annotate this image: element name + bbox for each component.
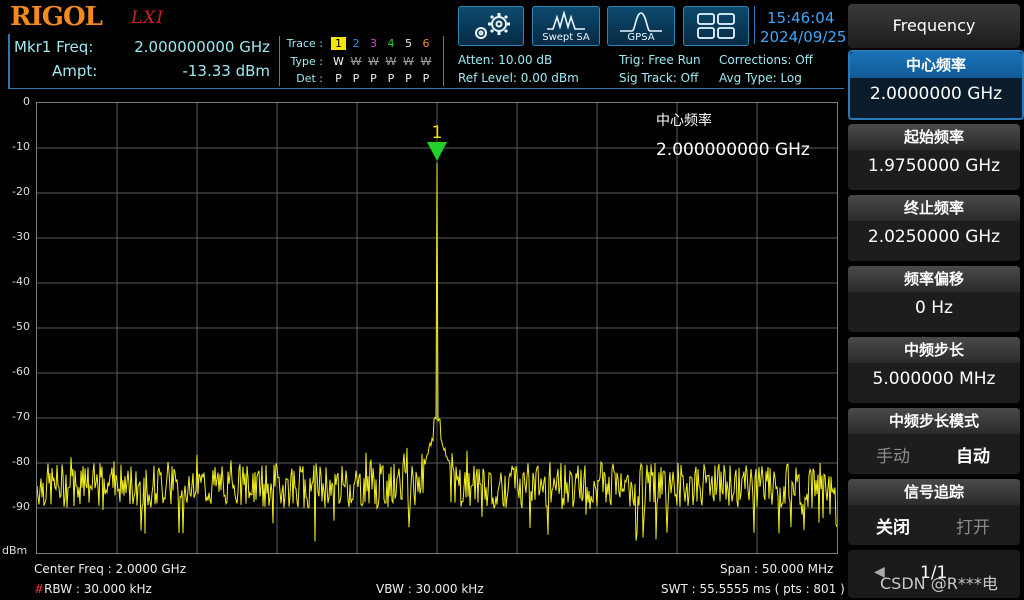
trace-type: W <box>403 55 414 68</box>
clock-time: 15:46:04 <box>767 9 835 27</box>
softkey-stop-freq[interactable]: 终止频率 2.0250000 GHz <box>848 195 1020 261</box>
trace-detector: P <box>405 72 412 85</box>
softkey-freq-offset[interactable]: 频率偏移 0 Hz <box>848 266 1020 332</box>
trace-detector: P <box>387 72 395 85</box>
acquisition-settings: Atten: 10.00 dB Ref Level: 0.00 dBm Trig… <box>452 50 844 90</box>
y-tick-label: -20 <box>12 185 30 198</box>
option-on[interactable]: 打开 <box>956 513 990 538</box>
y-tick-label: 0 <box>23 95 30 108</box>
trace-type: W <box>368 55 379 68</box>
trace-type: W <box>350 55 362 68</box>
gear-icon <box>475 13 510 39</box>
rbw-coupled-mark: # <box>34 582 45 596</box>
y-tick-label: -90 <box>12 500 30 513</box>
watermark: CSDN @R***电 <box>880 574 998 593</box>
marker-freq-value: 2.000000000 GHz <box>134 38 270 56</box>
layout-button[interactable] <box>683 6 749 46</box>
rbw-value: RBW : 30.000 kHz <box>44 582 152 596</box>
mode-gpsa-label: GPSA <box>627 32 655 43</box>
trace-type: W <box>333 55 344 68</box>
spectrum-plot[interactable]: 1 <box>36 102 838 554</box>
y-tick-label: -40 <box>12 275 30 288</box>
swept-spectrum-icon <box>547 10 585 30</box>
option-off[interactable]: 关闭 <box>876 513 910 538</box>
softkey-value: 0 Hz <box>915 298 953 318</box>
trace-type: W <box>385 55 397 68</box>
menu-title: Frequency <box>848 4 1020 48</box>
softkey-title: 信号追踪 <box>848 479 1020 505</box>
trace-number[interactable]: 4 <box>384 37 399 50</box>
mode-swept-sa-button[interactable]: Swept SA <box>532 6 600 46</box>
marker-1-triangle <box>427 141 447 161</box>
swt-text[interactable]: SWT : 55.5555 ms ( pts : 801 ) <box>661 582 845 596</box>
det-label: Det : <box>296 72 323 85</box>
y-tick-label: -30 <box>12 230 30 243</box>
y-unit-label: dBm <box>2 544 28 557</box>
trace-status[interactable]: Trace : Type : Det : 1WP2WP3WP4WP5WP6WP <box>286 34 436 88</box>
option-auto[interactable]: 自动 <box>956 442 990 467</box>
y-tick-label: -50 <box>12 320 30 333</box>
spectrum-plot-canvas: 1 <box>36 103 838 553</box>
softkey-title: 频率偏移 <box>848 266 1020 292</box>
softkey-signal-track[interactable]: 信号追踪 关闭 打开 <box>848 479 1020 545</box>
softkey-title: 终止频率 <box>848 195 1020 221</box>
atten-text: Atten: 10.00 dB <box>458 53 553 67</box>
softkey-cf-step-mode[interactable]: 中频步长模式 手动 自动 <box>848 408 1020 474</box>
softkey-value: 2.0000000 GHz <box>869 84 1003 104</box>
marker-readout: Mkr1 Freq: 2.000000000 GHz Ampt: -13.33 … <box>8 34 278 86</box>
marker-ampt-label: Ampt: <box>52 62 98 80</box>
mode-gpsa-button[interactable]: GPSA <box>607 6 675 46</box>
softkey-value: 5.000000 MHz <box>872 369 996 389</box>
y-tick-label: -60 <box>12 365 30 378</box>
trace-label: Trace : <box>286 37 323 50</box>
softkey-title: 起始频率 <box>848 124 1020 150</box>
softkey-title: 中频步长 <box>848 337 1020 363</box>
mode-swept-sa-label: Swept SA <box>542 32 590 43</box>
y-tick-label: -80 <box>12 455 30 468</box>
marker-ampt-value: -13.33 dBm <box>182 62 270 80</box>
softkey-center-freq[interactable]: 中心频率 2.0000000 GHz <box>848 50 1024 120</box>
softkey-cf-step[interactable]: 中频步长 5.000000 MHz <box>848 337 1020 403</box>
sig-track-text: Sig Track: Off <box>619 71 699 85</box>
trace-type: W <box>420 55 432 68</box>
trace-number[interactable]: 3 <box>366 37 381 50</box>
clock-date: 2024/09/25 <box>760 28 847 46</box>
grid-layout-icon <box>697 13 735 39</box>
annotation-title: 中心频率 <box>656 113 712 129</box>
vbw-text[interactable]: VBW : 30.000 kHz <box>376 582 484 596</box>
trace-number[interactable]: 1 <box>331 37 346 50</box>
softkey-title: 中频步长模式 <box>848 408 1020 434</box>
option-manual[interactable]: 手动 <box>876 442 910 467</box>
trace-number[interactable]: 6 <box>419 37 434 50</box>
corrections-text: Corrections: Off <box>719 53 813 67</box>
y-tick-label: -70 <box>12 410 30 423</box>
softkey-title: 中心频率 <box>850 52 1022 78</box>
trace-detector: P <box>352 72 360 85</box>
annotation-value: 2.000000000 GHz <box>656 140 810 160</box>
softkey-start-freq[interactable]: 起始频率 1.9750000 GHz <box>848 124 1020 190</box>
trace-number[interactable]: 2 <box>349 37 364 50</box>
trace-detector: P <box>422 72 430 85</box>
type-label: Type : <box>290 55 323 68</box>
trace-detector: P <box>335 72 342 85</box>
trig-text: Trig: Free Run <box>619 53 701 67</box>
lxi-logo: LXI <box>131 8 165 28</box>
y-tick-label: -10 <box>12 140 30 153</box>
trace-detector: P <box>370 72 377 85</box>
rbw-text[interactable]: #RBW : 30.000 kHz <box>34 582 152 596</box>
softkey-value: 1.9750000 GHz <box>867 156 1001 176</box>
marker-1-label: 1 <box>432 123 443 143</box>
separator <box>443 36 444 86</box>
ref-level-text: Ref Level: 0.00 dBm <box>458 71 579 85</box>
avg-type-text: Avg Type: Log <box>719 71 802 85</box>
settings-button[interactable] <box>458 6 524 46</box>
span-text[interactable]: Span : 50.000 MHz <box>720 562 833 576</box>
softkey-value: 2.0250000 GHz <box>867 227 1001 247</box>
trace-number[interactable]: 5 <box>401 37 416 50</box>
center-freq-text[interactable]: Center Freq : 2.0000 GHz <box>34 562 186 576</box>
separator <box>754 6 755 44</box>
